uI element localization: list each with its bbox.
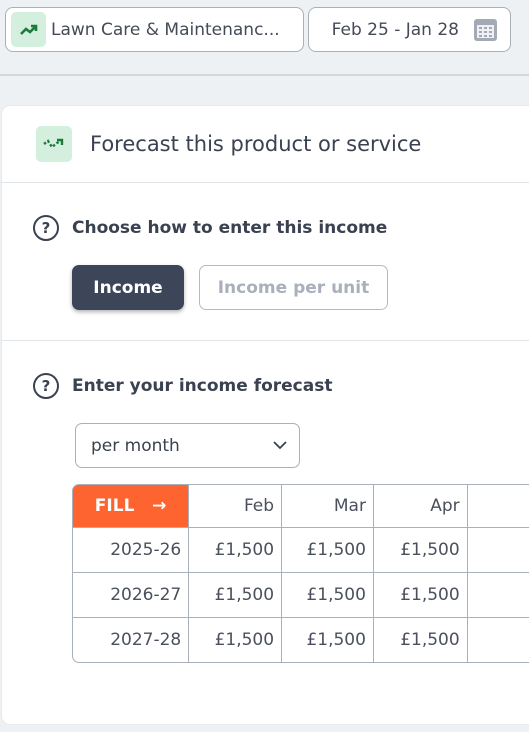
value-cell[interactable]: £1,500 (373, 618, 468, 663)
fill-button[interactable]: FILL → (72, 484, 190, 528)
value-cell[interactable]: £1,500 (282, 573, 374, 618)
trend-up-icon (11, 12, 46, 47)
value-cell[interactable]: £1,500 (373, 528, 468, 573)
product-selector[interactable]: Lawn Care & Maintenanc... (5, 7, 304, 52)
value-cell[interactable] (467, 573, 529, 618)
column-header: Mar (282, 484, 374, 528)
question-label: Enter your income forecast (72, 376, 333, 396)
value-cell[interactable] (467, 528, 529, 573)
value-cell[interactable]: £1,500 (189, 618, 283, 663)
help-icon[interactable]: ? (33, 373, 59, 399)
calendar-icon (474, 19, 497, 41)
column-header: Feb (189, 484, 283, 528)
income-per-unit-option-button[interactable]: Income per unit (199, 265, 388, 310)
value-cell[interactable]: £1,500 (282, 618, 374, 663)
forecast-card: Forecast this product or service ? Choos… (2, 106, 529, 724)
row-year: 2026-27 (72, 573, 190, 618)
table-row: 2027-28 £1,500 £1,500 £1,500 (72, 618, 529, 663)
forecast-table: FILL → Feb Mar Apr 2025-26 £1,500 £1,500… (72, 484, 529, 663)
date-range-picker[interactable]: Feb 25 - Jan 28 (308, 7, 511, 52)
divider (0, 74, 529, 76)
row-year: 2027-28 (72, 618, 190, 663)
table-header-row: FILL → Feb Mar Apr (72, 484, 529, 528)
period-select[interactable]: per month (75, 423, 300, 468)
value-cell[interactable]: £1,500 (282, 528, 374, 573)
card-header: Forecast this product or service (2, 106, 529, 183)
value-cell[interactable] (467, 618, 529, 663)
value-cell[interactable]: £1,500 (189, 528, 283, 573)
chevron-down-icon (273, 441, 287, 450)
divider (2, 340, 529, 341)
column-header: Apr (373, 484, 468, 528)
product-label: Lawn Care & Maintenanc... (51, 19, 280, 40)
forecast-trend-icon (36, 126, 72, 162)
table-row: 2026-27 £1,500 £1,500 £1,500 (72, 573, 529, 618)
income-method-question: ? Choose how to enter this income (33, 215, 387, 241)
period-select-value: per month (91, 435, 180, 456)
fill-label: FILL (94, 496, 135, 516)
value-cell[interactable]: £1,500 (189, 573, 283, 618)
income-forecast-question: ? Enter your income forecast (33, 373, 332, 399)
value-cell[interactable]: £1,500 (373, 573, 468, 618)
column-header (467, 484, 529, 528)
question-label: Choose how to enter this income (72, 218, 388, 238)
card-title: Forecast this product or service (90, 132, 422, 156)
help-icon[interactable]: ? (33, 215, 59, 241)
arrow-right-icon: → (152, 496, 167, 516)
income-option-button[interactable]: Income (72, 265, 184, 310)
row-year: 2025-26 (72, 528, 190, 573)
date-range-label: Feb 25 - Jan 28 (331, 19, 459, 40)
table-row: 2025-26 £1,500 £1,500 £1,500 (72, 528, 529, 573)
